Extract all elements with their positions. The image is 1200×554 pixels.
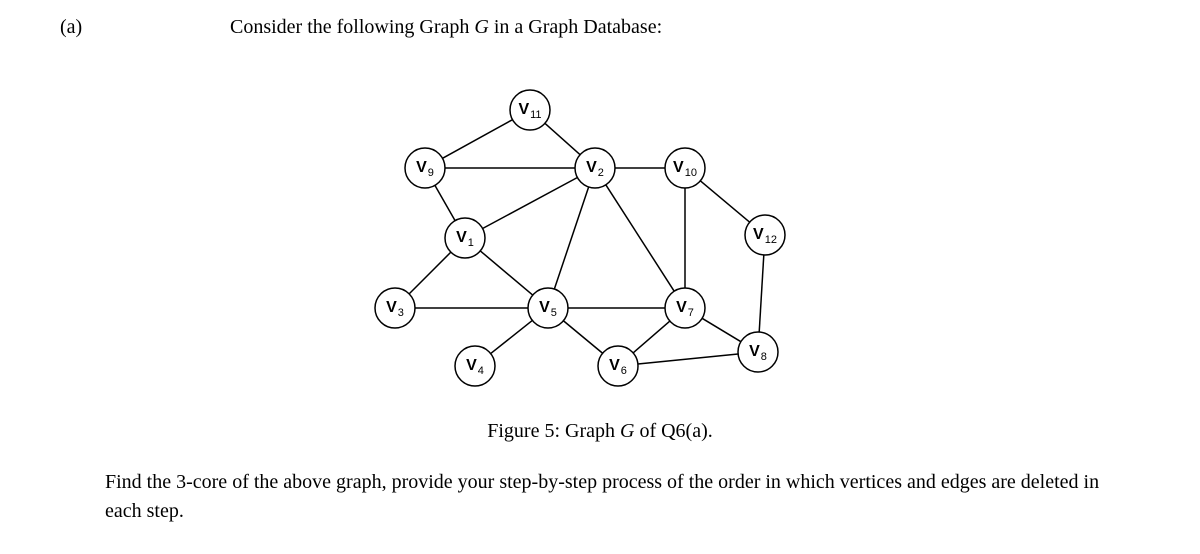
- task-text: Find the 3-core of the above graph, prov…: [105, 468, 1110, 526]
- part-label: (a): [60, 16, 82, 39]
- edge-V1-V5: [480, 251, 532, 295]
- edge-V1-V3: [409, 252, 451, 294]
- node-V3: V3: [375, 288, 415, 328]
- node-V12: V12: [745, 215, 785, 255]
- figure-caption: Figure 5: Graph G of Q6(a).: [0, 420, 1200, 443]
- graph-figure: V1 V2 V3 V4 V5 V6 V7 V8 V9 V10 V11 V12: [340, 70, 820, 390]
- edge-V10-V12: [700, 181, 749, 222]
- edge-V9-V1: [435, 185, 455, 220]
- edge-V1-V2: [483, 177, 578, 228]
- node-V1: V1: [445, 218, 485, 258]
- edge-V5-V4: [491, 320, 533, 353]
- graph-svg: V1 V2 V3 V4 V5 V6 V7 V8 V9 V10 V11 V12: [340, 70, 820, 390]
- edge-V11-V2: [545, 123, 580, 154]
- node-V10: V10: [665, 148, 705, 188]
- intro-prefix: Consider the following Graph: [230, 16, 474, 38]
- intro-text: Consider the following Graph G in a Grap…: [230, 16, 662, 39]
- node-V6: V6: [598, 346, 638, 386]
- caption-g: G: [620, 420, 634, 442]
- node-V11: V11: [510, 90, 550, 130]
- intro-suffix: in a Graph Database:: [489, 16, 662, 38]
- caption-suffix: of Q6(a).: [634, 420, 712, 442]
- edge-V7-V8: [702, 318, 741, 341]
- node-V7: V7: [665, 288, 705, 328]
- edge-V12-V8: [759, 255, 764, 332]
- nodes-layer: V1 V2 V3 V4 V5 V6 V7 V8 V9 V10 V11 V12: [375, 90, 785, 386]
- node-V9: V9: [405, 148, 445, 188]
- node-V2: V2: [575, 148, 615, 188]
- edge-V6-V7: [633, 321, 670, 353]
- node-V8: V8: [738, 332, 778, 372]
- edge-V2-V7: [606, 185, 674, 291]
- intro-g: G: [474, 16, 488, 38]
- node-V4: V4: [455, 346, 495, 386]
- edge-V2-V5: [554, 187, 588, 289]
- edge-V5-V6: [563, 321, 602, 353]
- node-V5: V5: [528, 288, 568, 328]
- edge-V6-V8: [638, 354, 738, 364]
- edge-V9-V11: [443, 120, 513, 159]
- caption-prefix: Figure 5: Graph: [487, 420, 620, 442]
